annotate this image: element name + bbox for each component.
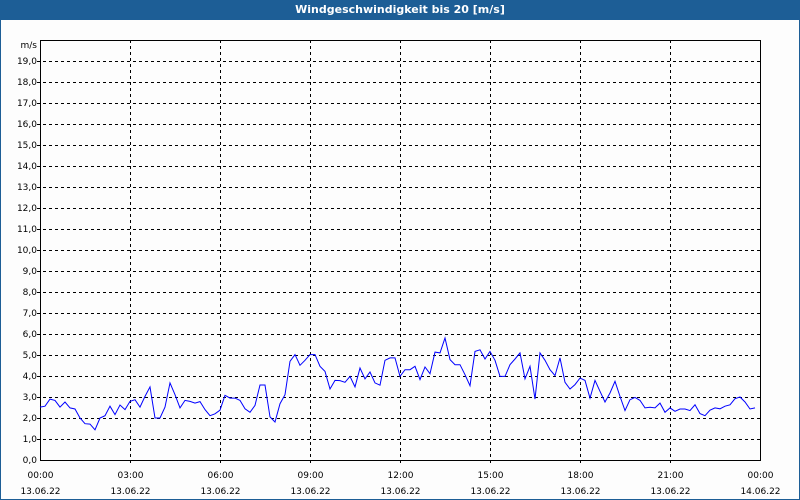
x-tick-time-label: 09:00 (298, 471, 324, 481)
y-tick-label: 12,0 (17, 204, 37, 214)
y-tick-label: 16,0 (17, 120, 37, 130)
x-tick-date-label: 13.06.22 (110, 487, 150, 497)
y-tick-label: 18,0 (17, 78, 37, 88)
y-tick-label: 15,0 (17, 141, 37, 151)
x-tick-date-label: 13.06.22 (560, 487, 600, 497)
y-tick-label: 14,0 (17, 162, 37, 172)
x-tick-date-label: 13.06.22 (650, 487, 690, 497)
y-tick-label: 11,0 (17, 225, 37, 235)
y-axis-unit-label: m/s (21, 41, 38, 51)
y-tick-label: 2,0 (23, 414, 38, 424)
x-tick-date-label: 13.06.22 (470, 487, 510, 497)
x-tick-time-label: 06:00 (208, 471, 234, 481)
x-tick-time-label: 21:00 (658, 471, 684, 481)
y-tick-label: 7,0 (23, 309, 38, 319)
y-tick-label: 19,0 (17, 57, 37, 67)
y-tick-label: 13,0 (17, 183, 37, 193)
wind-speed-line (39, 336, 756, 431)
y-tick-label: 10,0 (17, 246, 37, 256)
x-tick-date-label: 13.06.22 (200, 487, 240, 497)
x-tick-time-label: 12:00 (388, 471, 414, 481)
y-tick-label: 9,0 (23, 267, 38, 277)
wind-speed-chart: m/s 0,0 1,0 2,0 3,0 4,0 5,0 6,0 7,0 8,0 9,0 10,0 11… (17, 40, 781, 497)
y-tick-label: 0,0 (23, 456, 38, 466)
y-tick-label: 5,0 (23, 351, 38, 361)
y-tick-labels: 0,0 1,0 2,0 3,0 4,0 5,0 6,0 7,0 8,0 9,0 10,0 11,0 12… (17, 57, 37, 466)
series (39, 336, 756, 431)
x-tick-date-label: 14.06.22 (740, 487, 780, 497)
x-tick-time-label: 18:00 (568, 471, 594, 481)
x-tick-labels: 00:00 13.06.22 03:00 13.06.22 06:00 13.06.22 0… (20, 471, 780, 497)
x-tick-date-label: 13.06.22 (290, 487, 330, 497)
y-tick-label: 17,0 (17, 99, 37, 109)
x-tick-date-label: 13.06.22 (20, 487, 60, 497)
x-tick-date-label: 13.06.22 (380, 487, 420, 497)
y-tick-label: 3,0 (23, 393, 38, 403)
y-tick-label: 8,0 (23, 288, 38, 298)
y-tick-label: 6,0 (23, 330, 38, 340)
x-tick-time-label: 00:00 (748, 471, 774, 481)
x-tick-time-label: 00:00 (28, 471, 54, 481)
x-tick-time-label: 15:00 (478, 471, 504, 481)
y-tick-label: 4,0 (23, 372, 38, 382)
grid (37, 40, 760, 463)
y-tick-label: 1,0 (23, 435, 38, 445)
x-tick-time-label: 03:00 (118, 471, 144, 481)
